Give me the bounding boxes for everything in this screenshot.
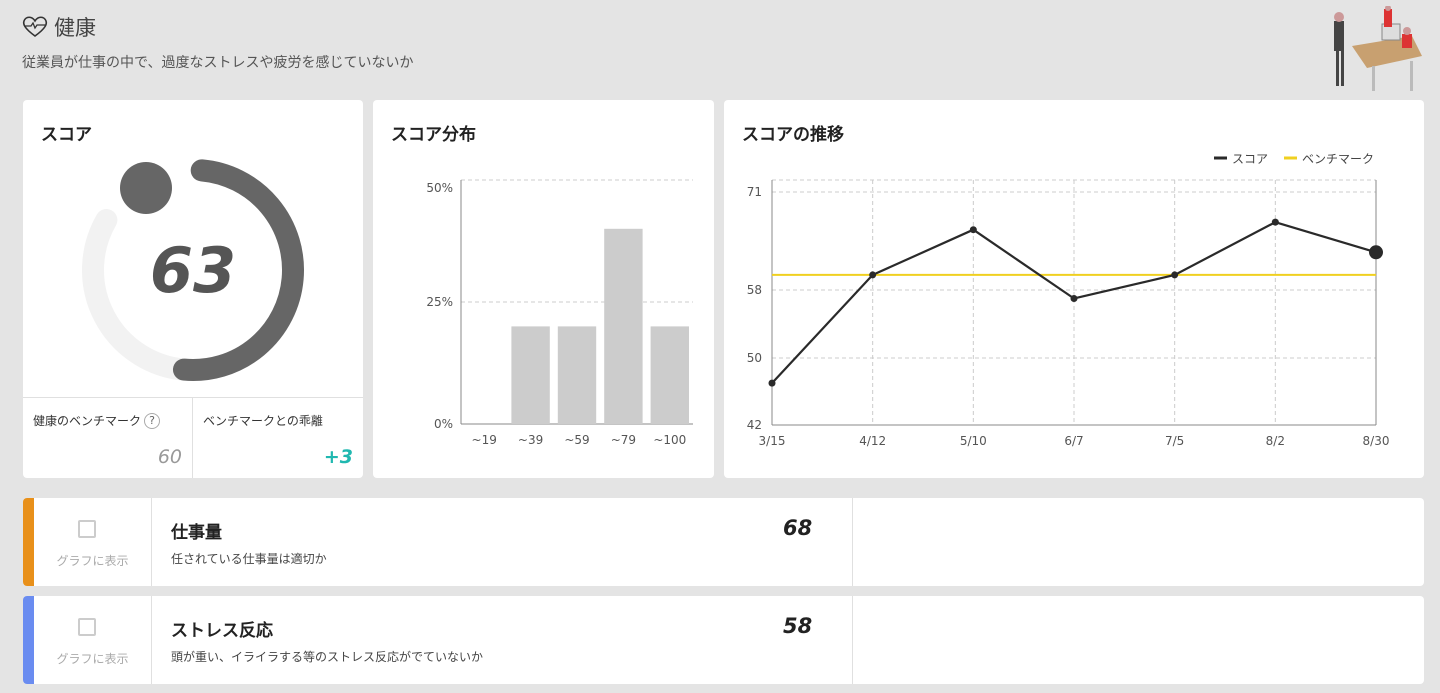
benchmark-value: 60 — [157, 446, 182, 468]
category-row-stress: グラフに表示 ストレス反応 頭が重い、イライラする等のストレス反応がでていないか… — [23, 596, 1424, 684]
x-tick-label: ~79 — [611, 433, 636, 447]
gauge-knob — [120, 162, 172, 214]
show-in-graph-toggle[interactable]: グラフに表示 — [34, 596, 152, 684]
score-point — [1171, 271, 1179, 279]
y-tick-label: 25% — [426, 295, 453, 309]
score-card: スコア 63 健康のベンチマーク? 60 ベンチマークとの乖離 +3 — [23, 100, 363, 478]
show-in-graph-checkbox[interactable] — [78, 618, 96, 636]
show-in-graph-label: グラフに表示 — [56, 554, 129, 568]
legend-label: ベンチマーク — [1302, 152, 1374, 166]
show-in-graph-label: グラフに表示 — [56, 652, 129, 666]
benchmark-cell: 健康のベンチマーク? 60 — [23, 397, 193, 478]
histogram-bar — [511, 326, 550, 424]
y-tick-label: 42 — [747, 418, 762, 432]
score-point — [969, 226, 977, 234]
benchmark-diff-value: +3 — [323, 446, 353, 468]
y-tick-label: 50% — [426, 181, 453, 195]
y-tick-label: 58 — [747, 283, 762, 297]
category-name: ストレス反応 — [171, 621, 273, 641]
x-tick-label: ~19 — [472, 433, 497, 447]
distribution-chart: 0% 25% 50% ~19 ~39 ~59 ~79 ~100 — [426, 179, 693, 447]
score-point — [768, 379, 776, 387]
score-point — [1070, 295, 1078, 302]
page-subtitle: 従業員が仕事の中で、過度なストレスや疲労を感じていないか — [22, 55, 414, 71]
x-tick-label: 8/30 — [1363, 434, 1390, 448]
category-description: 任されている仕事量は適切か — [171, 552, 327, 566]
divider — [852, 596, 853, 684]
category-color-bar — [23, 498, 34, 586]
x-tick-label: 5/10 — [960, 434, 987, 448]
x-tick-label: ~59 — [564, 433, 589, 447]
category-row-workload: グラフに表示 仕事量 任されている仕事量は適切か 68 — [23, 498, 1424, 586]
category-score: 58 — [783, 614, 813, 638]
benchmark-diff-cell: ベンチマークとの乖離 +3 — [193, 397, 363, 478]
legend-label: スコア — [1232, 152, 1268, 166]
benchmark-label: 健康のベンチマーク — [33, 414, 142, 428]
x-tick-label: 8/2 — [1266, 434, 1285, 448]
trend-card: スコアの推移 42 50 58 71 3/15 4/12 5/10 6/7 7/5 8/2 8/30… — [724, 100, 1424, 478]
y-tick-label: 71 — [747, 185, 762, 199]
help-icon[interactable]: ? — [144, 412, 161, 429]
distribution-card: スコア分布 0% 25% 50% ~19 ~39 ~59 ~79 ~100 — [373, 100, 714, 478]
category-color-bar — [23, 596, 34, 684]
x-tick-label: 7/5 — [1165, 434, 1184, 448]
office-illustration — [1334, 6, 1422, 91]
score-point — [1369, 245, 1383, 260]
category-score: 68 — [783, 516, 813, 540]
x-tick-label: 6/7 — [1064, 434, 1083, 448]
score-point — [1271, 218, 1279, 226]
score-gauge: 63 — [82, 159, 304, 381]
heart-pulse-icon — [22, 16, 48, 37]
x-tick-label: ~39 — [518, 433, 543, 447]
x-tick-label: 4/12 — [859, 434, 886, 448]
page-header: 健康 従業員が仕事の中で、過度なストレスや疲労を感じていないか — [22, 12, 413, 72]
show-in-graph-checkbox[interactable] — [78, 520, 96, 538]
histogram-bar — [557, 326, 597, 424]
category-description: 頭が重い、イライラする等のストレス反応がでていないか — [171, 650, 484, 664]
benchmark-diff-label: ベンチマークとの乖離 — [203, 414, 323, 428]
page-title: 健康 — [54, 16, 96, 40]
score-value: 63 — [150, 234, 236, 307]
category-name: 仕事量 — [171, 523, 222, 543]
x-tick-label: 3/15 — [759, 434, 786, 448]
show-in-graph-toggle[interactable]: グラフに表示 — [34, 498, 152, 586]
histogram-bar — [650, 326, 689, 424]
x-tick-label: ~100 — [653, 433, 686, 447]
score-point — [869, 271, 877, 279]
y-tick-label: 0% — [434, 417, 453, 431]
trend-chart: 42 50 58 71 3/15 4/12 5/10 6/7 7/5 8/2 8/30 スコア ベンチマ… — [747, 152, 1390, 448]
histogram-bar — [604, 228, 643, 424]
divider — [852, 498, 853, 586]
y-tick-label: 50 — [747, 351, 762, 365]
